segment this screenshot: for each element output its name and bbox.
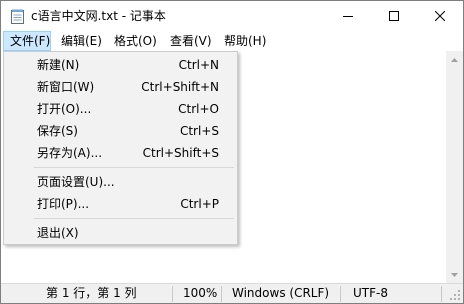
menu-item-shortcut: Ctrl+N [178,58,219,72]
encoding: UTF-8 [353,286,388,300]
menu-item-label: 保存(S) [37,124,78,138]
menu-item-print[interactable]: 打印(P)... Ctrl+P [5,193,236,215]
menu-item-label: 新建(N) [37,58,80,72]
menu-item-page-setup[interactable]: 页面设置(U)... [5,171,236,193]
menu-item-save-as[interactable]: 另存为(A)... Ctrl+Shift+S [5,142,236,164]
cursor-position: 第 1 行，第 1 列 [46,286,137,300]
zoom-level: 100% [183,286,218,300]
close-button[interactable] [417,1,463,31]
notepad-icon [11,9,24,24]
menu-item-label: 新窗口(W) [37,80,95,94]
menu-item-shortcut: Ctrl+P [180,197,219,211]
menu-separator [34,218,234,219]
menu-item-new[interactable]: 新建(N) Ctrl+N [5,54,236,76]
status-divider [172,286,173,302]
menu-file[interactable]: 文件(F) [3,31,51,51]
menu-bar: 文件(F) 编辑(E) 格式(O) 查看(V) 帮助(H) [1,31,463,51]
title-bar[interactable]: c语言中文网.txt - 记事本 [1,1,463,31]
menu-item-label: 退出(X) [37,226,79,240]
menu-separator [34,167,234,168]
resize-grip-icon[interactable] [449,289,461,301]
notepad-window: c语言中文网.txt - 记事本 文件(F) 编辑(E) 格式(O) 查看(V) [0,0,464,304]
file-menu-dropdown: 新建(N) Ctrl+N 新窗口(W) Ctrl+Shift+N 打开(O)..… [3,51,238,245]
minimize-button[interactable] [325,1,371,31]
status-bar: 第 1 行，第 1 列 100% Windows (CRLF) UTF-8 [1,283,463,303]
status-divider [441,286,442,302]
vertical-scrollbar[interactable] [446,51,463,283]
minimize-icon [343,11,353,21]
line-ending: Windows (CRLF) [232,286,330,300]
status-divider [221,286,222,302]
window-title: c语言中文网.txt - 记事本 [31,9,166,23]
menu-help[interactable]: 帮助(H) [218,31,272,51]
scroll-down-icon[interactable] [446,266,463,283]
menu-item-shortcut: Ctrl+O [178,102,219,116]
menu-item-label: 打开(O)... [37,102,92,116]
menu-item-shortcut: Ctrl+Shift+N [141,80,219,94]
status-divider [340,286,341,302]
maximize-icon [389,11,399,21]
menu-item-label: 另存为(A)... [37,146,103,160]
scroll-up-icon[interactable] [446,51,463,68]
maximize-button[interactable] [371,1,417,31]
menu-item-exit[interactable]: 退出(X) [5,222,236,244]
menu-view[interactable]: 查看(V) [164,31,218,51]
menu-format[interactable]: 格式(O) [108,31,163,51]
menu-item-label: 页面设置(U)... [37,175,115,189]
menu-item-shortcut: Ctrl+S [179,124,219,138]
menu-item-new-window[interactable]: 新窗口(W) Ctrl+Shift+N [5,76,236,98]
menu-item-open[interactable]: 打开(O)... Ctrl+O [5,98,236,120]
menu-item-save[interactable]: 保存(S) Ctrl+S [5,120,236,142]
close-icon [435,11,445,21]
menu-item-label: 打印(P)... [37,197,90,211]
menu-item-shortcut: Ctrl+Shift+S [142,146,219,160]
menu-edit[interactable]: 编辑(E) [55,31,108,51]
